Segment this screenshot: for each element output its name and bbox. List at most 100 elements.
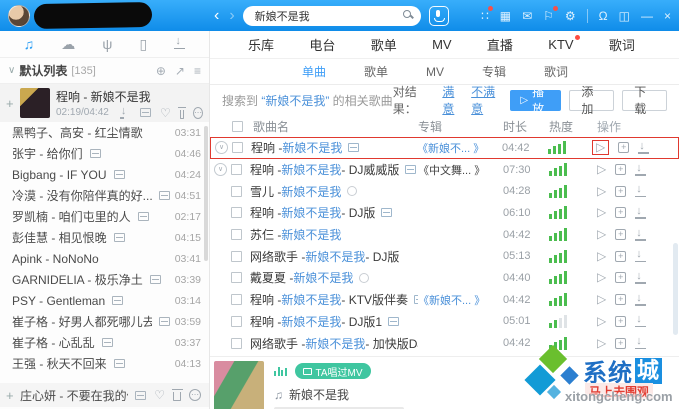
playlist-song-row[interactable]: 彭佳慧 - 相见恨晚 04:15 bbox=[0, 227, 209, 248]
add-to-list-icon[interactable] bbox=[615, 316, 626, 327]
song-row[interactable]: 程响 - 新娘不是我 - DJ版1 05:01 ▷ bbox=[210, 311, 679, 333]
row-checkbox[interactable] bbox=[231, 164, 242, 175]
select-all-checkbox[interactable] bbox=[232, 121, 243, 132]
mv-icon[interactable] bbox=[135, 391, 146, 400]
download-icon[interactable] bbox=[635, 315, 646, 327]
song-row[interactable]: 戴夏夏 - 新娘不是我 04:40 ▷ bbox=[210, 267, 679, 289]
row-checkbox[interactable] bbox=[232, 142, 243, 153]
more-icon[interactable] bbox=[193, 107, 203, 119]
playlist-song-row[interactable]: 崔子格 - 好男人都死哪儿去... 03:59 bbox=[0, 311, 209, 332]
album-art[interactable] bbox=[214, 361, 264, 409]
add-to-list-icon[interactable] bbox=[618, 142, 629, 153]
mail-icon[interactable]: ✉ bbox=[522, 9, 532, 23]
song-row[interactable]: 雪儿 - 新娘不是我 04:28 ▷ bbox=[210, 180, 679, 202]
list-menu-icon[interactable]: ≡ bbox=[194, 64, 201, 78]
heart-icon[interactable]: ♡ bbox=[160, 107, 171, 119]
play-icon[interactable]: ▷ bbox=[597, 337, 606, 350]
music-recognition-icon[interactable] bbox=[429, 6, 449, 26]
collapse-icon[interactable]: ∨ bbox=[8, 65, 15, 76]
heart-icon[interactable]: ♡ bbox=[154, 389, 165, 401]
mv-icon[interactable] bbox=[150, 275, 161, 284]
expand-icon[interactable] bbox=[214, 163, 227, 176]
download-icon[interactable] bbox=[635, 294, 646, 306]
song-row[interactable]: 程响 - 新娘不是我 - DJ威威版 《中文舞... 》 07:30 ▷ bbox=[210, 159, 679, 181]
trash-icon[interactable] bbox=[180, 110, 184, 119]
playlist-song-row[interactable]: GARNIDELIA - 极乐净土 03:39 bbox=[0, 269, 209, 290]
category-tab[interactable]: 歌单 bbox=[364, 63, 388, 80]
mv-icon[interactable] bbox=[405, 165, 416, 174]
apps-icon[interactable]: ∷ bbox=[481, 9, 489, 23]
download-icon[interactable] bbox=[635, 250, 646, 262]
playlist-song-row[interactable]: 王强 - 秋天不回来 04:13 bbox=[0, 353, 209, 374]
download-icon[interactable] bbox=[635, 164, 646, 176]
mv-icon[interactable] bbox=[114, 233, 125, 242]
play-icon[interactable]: ▷ bbox=[597, 163, 606, 176]
add-icon[interactable]: + bbox=[6, 388, 20, 403]
trash-icon[interactable] bbox=[173, 392, 181, 401]
row-checkbox[interactable] bbox=[231, 207, 242, 218]
mv-icon[interactable] bbox=[102, 338, 113, 347]
mv-icon[interactable] bbox=[414, 295, 418, 304]
tab-device-icon[interactable]: ▯ bbox=[140, 36, 148, 53]
play-icon[interactable]: ▷ bbox=[597, 293, 606, 306]
playlist-song-row-hover[interactable]: + 庄心妍 - 不要在我的伤口撒... ♡ bbox=[0, 383, 209, 407]
add-to-list-icon[interactable] bbox=[615, 272, 626, 283]
sidebar-scrollbar[interactable] bbox=[204, 126, 208, 261]
song-album[interactable]: 《中文舞... 》 bbox=[418, 162, 503, 178]
nav-tab[interactable]: 歌词 bbox=[609, 35, 635, 54]
add-to-list-icon[interactable] bbox=[615, 186, 626, 197]
nav-tab[interactable]: 电台 bbox=[309, 35, 335, 54]
play-icon[interactable]: ▷ bbox=[597, 206, 606, 219]
mini-player-icon[interactable]: ◫ bbox=[619, 9, 630, 23]
playlist-song-row[interactable]: Apink - NoNoNo 03:41 bbox=[0, 248, 209, 269]
mv-icon[interactable] bbox=[114, 359, 125, 368]
expand-icon[interactable] bbox=[215, 141, 228, 154]
song-row[interactable]: 程响 - 新娘不是我 《新娘不... 》 04:42 ▷ bbox=[210, 137, 679, 159]
mv-icon[interactable] bbox=[114, 170, 125, 179]
category-tab[interactable]: 歌词 bbox=[544, 63, 568, 80]
nav-tab[interactable]: 歌单 bbox=[371, 35, 397, 54]
playlist-song-row[interactable]: 黑鸭子、高安 - 红尘情歌 03:31 bbox=[0, 122, 209, 143]
search-icon[interactable] bbox=[403, 10, 411, 18]
tab-radio-icon[interactable]: ψ bbox=[102, 36, 112, 52]
unsatisfied-link[interactable]: 不满意 bbox=[471, 83, 502, 117]
mv-icon[interactable] bbox=[90, 149, 101, 158]
add-to-list-icon[interactable] bbox=[615, 251, 626, 262]
mv-icon[interactable] bbox=[381, 208, 392, 217]
add-to-list-icon[interactable] bbox=[615, 207, 626, 218]
tab-cloud-icon[interactable]: ☁ bbox=[61, 36, 75, 53]
play-icon[interactable]: ▷ bbox=[592, 140, 609, 155]
mv-icon[interactable] bbox=[388, 317, 399, 326]
headset-icon[interactable]: Ω bbox=[599, 9, 608, 23]
nav-tab[interactable]: 直播 bbox=[487, 35, 513, 54]
row-checkbox[interactable] bbox=[231, 229, 242, 240]
download-button[interactable]: 下载 bbox=[622, 90, 667, 111]
play-icon[interactable]: ▷ bbox=[597, 228, 606, 241]
row-checkbox[interactable] bbox=[231, 272, 242, 283]
mv-icon[interactable] bbox=[159, 317, 170, 326]
download-icon[interactable] bbox=[635, 207, 646, 219]
playlist-song-row[interactable]: 崔子格 - 心乱乱 03:37 bbox=[0, 332, 209, 353]
playlist-name[interactable]: 默认列表 bbox=[19, 62, 67, 79]
mv-icon[interactable] bbox=[138, 212, 149, 221]
tab-local-music-icon[interactable]: ♫ bbox=[24, 36, 35, 52]
play-icon[interactable]: ▷ bbox=[597, 250, 606, 263]
playlist-song-row[interactable]: 罗凯楠 - 咱们屯里的人 02:17 bbox=[0, 206, 209, 227]
add-to-list-icon[interactable] bbox=[615, 338, 626, 349]
play-icon[interactable]: ▷ bbox=[597, 185, 606, 198]
play-icon[interactable]: ▷ bbox=[597, 315, 606, 328]
mv-icon[interactable] bbox=[112, 296, 123, 305]
minimize-icon[interactable]: — bbox=[641, 9, 653, 23]
mv-icon[interactable] bbox=[348, 143, 359, 152]
add-button[interactable]: 添加 bbox=[569, 90, 614, 111]
search-input[interactable] bbox=[255, 10, 395, 22]
playlist-song-row[interactable]: Bigbang - IF YOU 04:24 bbox=[0, 164, 209, 185]
forward-icon[interactable]: › bbox=[229, 8, 234, 24]
song-row[interactable]: 程响 - 新娘不是我 - DJ版 06:10 ▷ bbox=[210, 202, 679, 224]
play-icon[interactable]: ▷ bbox=[597, 271, 606, 284]
add-icon[interactable]: + bbox=[6, 96, 20, 111]
settings-gear-icon[interactable]: ⚙ bbox=[565, 9, 576, 23]
download-icon[interactable] bbox=[635, 337, 646, 349]
play-all-button[interactable]: ▷播放 bbox=[510, 90, 561, 111]
mv-tag-button[interactable]: TA唱过MV bbox=[295, 363, 371, 379]
